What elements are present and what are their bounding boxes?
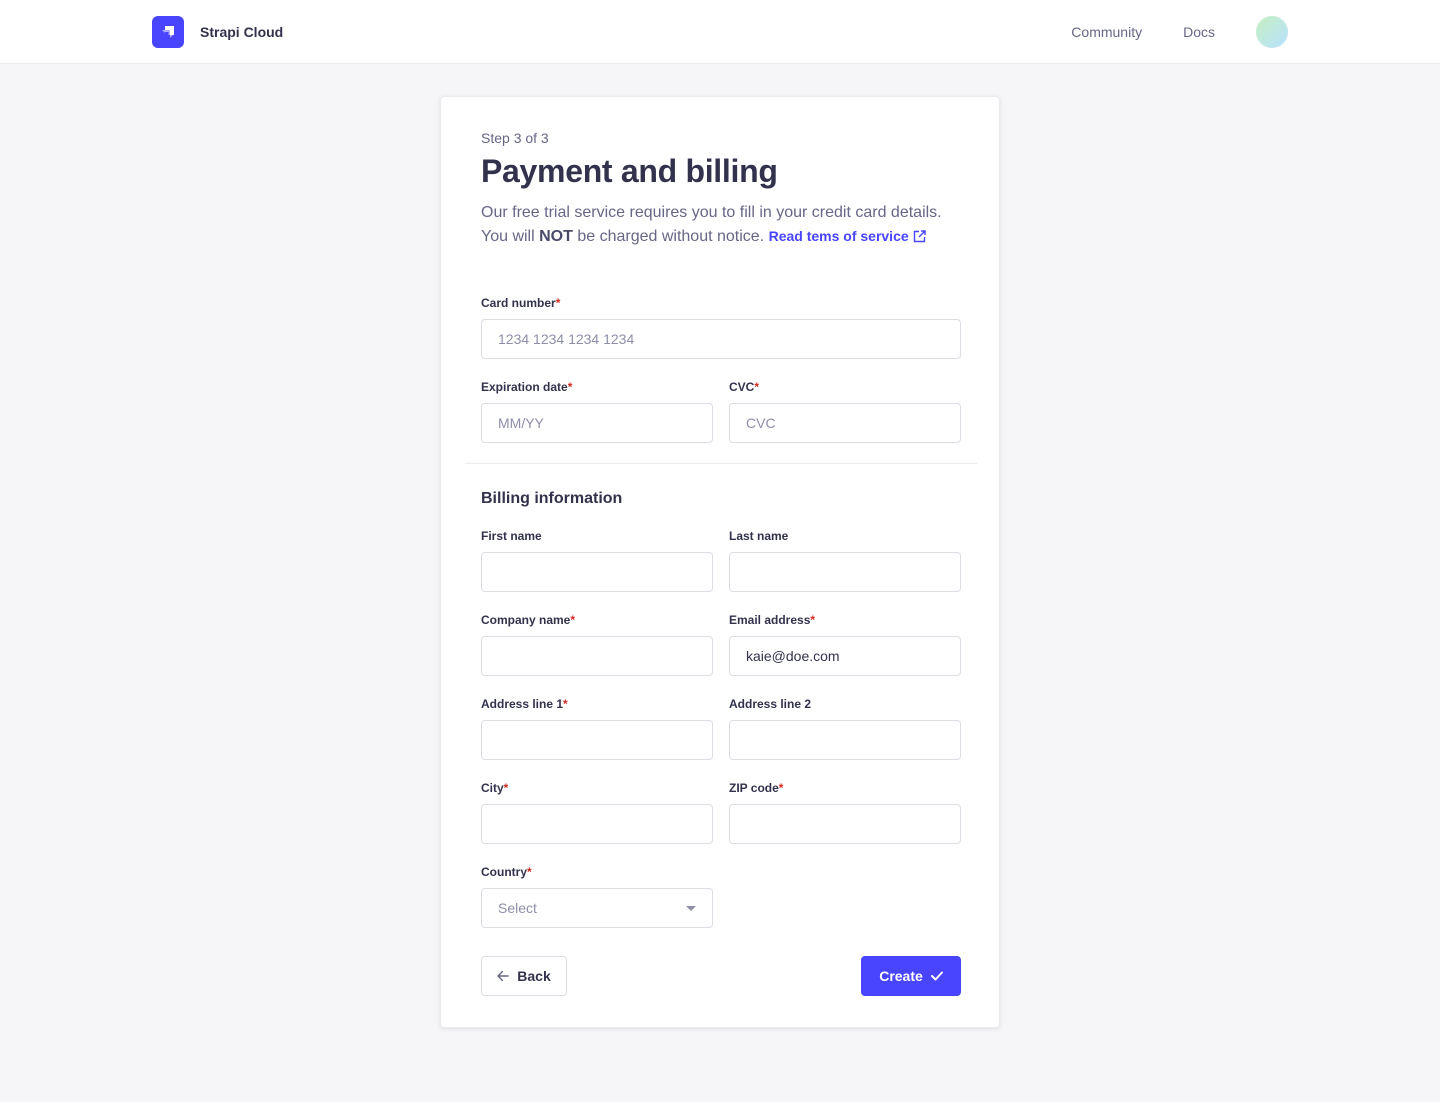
payment-form-card: Step 3 of 3 Payment and billing Our free… xyxy=(440,96,1000,1028)
cvc-input[interactable]: CVC xyxy=(729,403,961,443)
expiration-date-field: Expiration date* MM/YY xyxy=(481,379,713,443)
back-button[interactable]: Back xyxy=(481,956,567,996)
zip-code-field: ZIP code* xyxy=(729,780,961,844)
terms-of-service-link[interactable]: Read tems of service xyxy=(769,228,926,244)
address-line-2-label: Address line 2 xyxy=(729,697,812,711)
email-value: kaie@doe.com xyxy=(746,648,840,664)
address-line-1-field: Address line 1* xyxy=(481,696,713,760)
city-input[interactable] xyxy=(481,804,713,844)
country-select[interactable]: Select xyxy=(481,888,713,928)
expiration-date-input[interactable]: MM/YY xyxy=(481,403,713,443)
terms-link-label: Read tems of service xyxy=(768,228,909,244)
description-text-2: be charged without notice. xyxy=(572,228,769,245)
expiration-date-label: Expiration date* xyxy=(481,380,573,394)
check-icon xyxy=(930,971,943,981)
cvc-field: CVC* CVC xyxy=(729,379,961,443)
top-navigation-bar: Strapi Cloud Community Docs xyxy=(0,0,1440,64)
country-field: Country* Select xyxy=(481,864,713,928)
country-select-value: Select xyxy=(498,900,537,916)
address-line-1-label: Address line 1* xyxy=(481,697,568,711)
address-line-2-field: Address line 2 xyxy=(729,696,961,760)
brand[interactable]: Strapi Cloud xyxy=(152,16,283,48)
card-number-field: Card number* 1234 1234 1234 1234 xyxy=(481,295,961,359)
first-name-field: First name xyxy=(481,528,713,592)
page-title: Payment and billing xyxy=(481,153,778,189)
cvc-label: CVC* xyxy=(729,380,760,394)
expiration-placeholder: MM/YY xyxy=(498,415,544,431)
step-indicator: Step 3 of 3 xyxy=(481,130,549,146)
create-button-label: Create xyxy=(879,968,923,984)
city-label: City* xyxy=(481,781,509,795)
country-label: Country* xyxy=(481,865,532,879)
last-name-field: Last name xyxy=(729,528,961,592)
company-name-input[interactable] xyxy=(481,636,713,676)
email-address-field: Email address* kaie@doe.com xyxy=(729,612,961,676)
back-button-label: Back xyxy=(517,968,551,984)
form-description: Our free trial service requires you to f… xyxy=(481,201,961,249)
company-name-label: Company name* xyxy=(481,613,576,627)
city-field: City* xyxy=(481,780,713,844)
last-name-input[interactable] xyxy=(729,552,961,592)
address-line-1-input[interactable] xyxy=(481,720,713,760)
section-divider xyxy=(465,463,977,464)
user-avatar[interactable] xyxy=(1256,16,1288,48)
create-button[interactable]: Create xyxy=(861,956,961,996)
nav-link-docs[interactable]: Docs xyxy=(1183,24,1215,40)
card-number-placeholder: 1234 1234 1234 1234 xyxy=(498,331,635,347)
zip-code-input[interactable] xyxy=(729,804,961,844)
strapi-logo-icon xyxy=(152,16,184,48)
company-name-field: Company name* xyxy=(481,612,713,676)
email-address-label: Email address* xyxy=(729,613,816,627)
email-address-input[interactable]: kaie@doe.com xyxy=(729,636,961,676)
arrow-left-icon xyxy=(497,970,509,982)
billing-information-heading: Billing information xyxy=(481,490,623,507)
address-line-2-input[interactable] xyxy=(729,720,961,760)
cvc-placeholder: CVC xyxy=(746,415,776,431)
first-name-input[interactable] xyxy=(481,552,713,592)
description-bold: NOT xyxy=(539,228,573,245)
chevron-down-icon xyxy=(686,906,696,911)
first-name-label: First name xyxy=(481,529,542,543)
zip-code-label: ZIP code* xyxy=(729,781,784,795)
nav-link-community[interactable]: Community xyxy=(1071,24,1142,40)
header-nav: Community Docs xyxy=(1071,16,1288,48)
external-link-icon xyxy=(913,228,926,248)
card-number-label: Card number* xyxy=(481,296,561,310)
last-name-label: Last name xyxy=(729,529,789,543)
card-number-input[interactable]: 1234 1234 1234 1234 xyxy=(481,319,961,359)
app-name: Strapi Cloud xyxy=(200,24,284,40)
